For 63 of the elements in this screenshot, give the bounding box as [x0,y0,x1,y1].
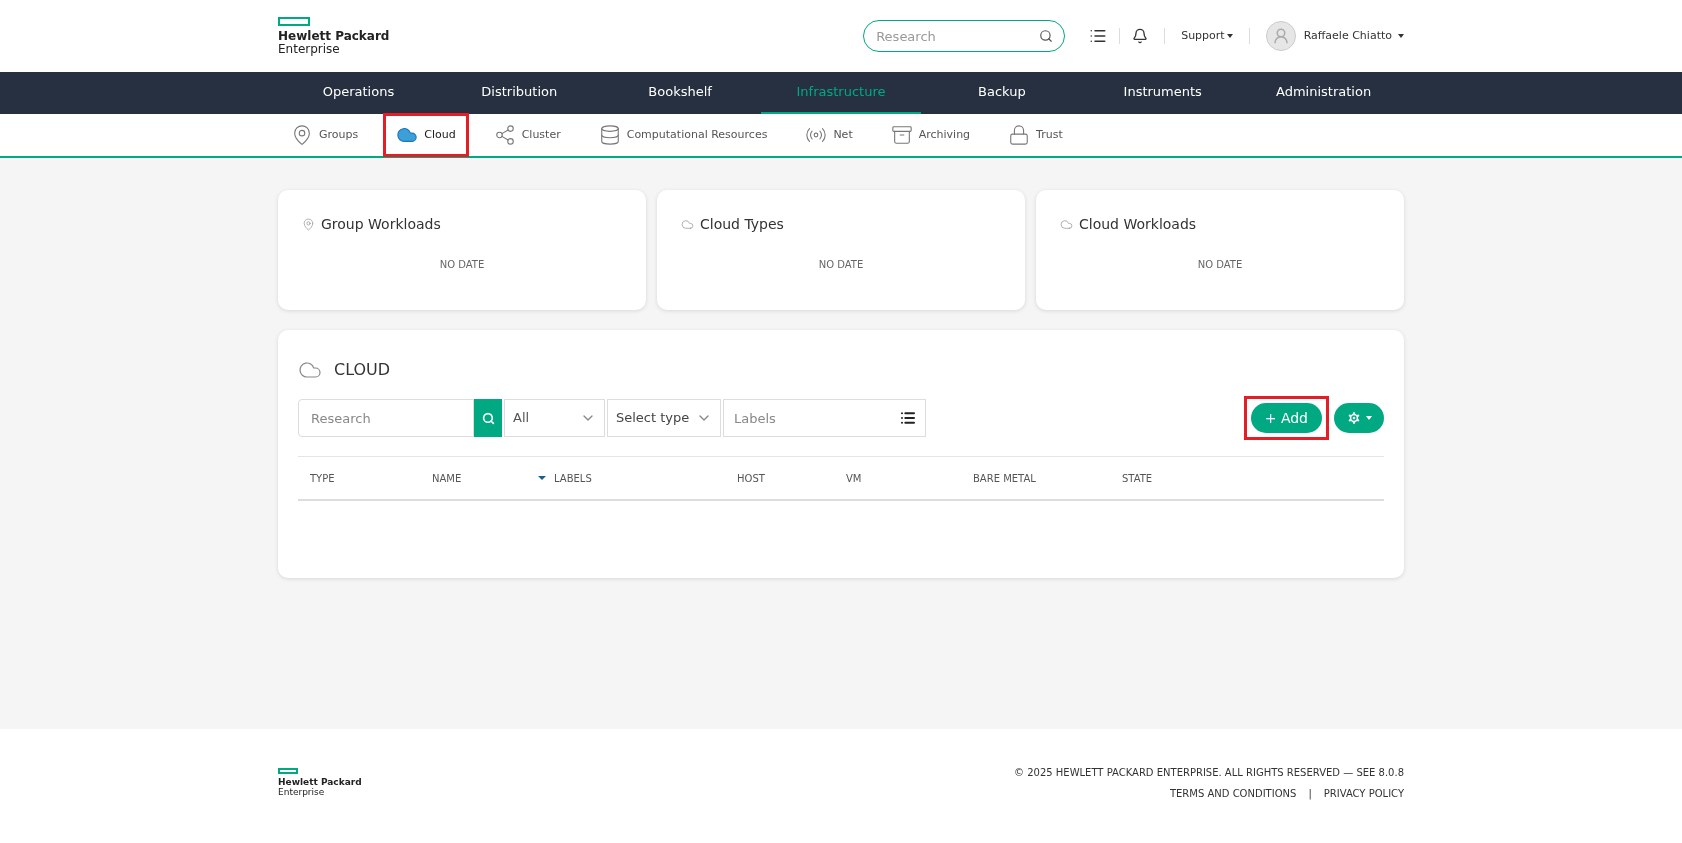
caret-icon [1366,416,1372,420]
search-field[interactable]: Research [863,20,1066,52]
privacy-link[interactable]: PRIVACY POLICY [1323,786,1404,801]
empty-message: NO DATE [1196,258,1244,272]
caret-icon [1226,34,1233,38]
nav-tab[interactable]: Operations [278,72,439,114]
nav-tab[interactable]: Distribution [438,72,600,114]
map-pin-icon [302,218,315,231]
empty-message: NO DATE [438,258,486,272]
terms-link[interactable]: TERMS AND CONDITIONS [1169,786,1297,801]
nav-tab[interactable]: Bookshelf [599,72,761,114]
copyright-text: © 2025 HEWLETT PACKARD ENTERPRISE. ALL RIGHTS RESERVED — SEE 8.0.8 [1014,766,1404,780]
notification-bell-icon[interactable] [1132,28,1149,44]
subnav-tab[interactable]: Cluster [480,113,574,157]
separator-text: | [1308,787,1312,801]
logo-text: Enterprise [278,42,341,56]
database-icon [598,124,621,146]
nav-tab[interactable]: Administration [1243,72,1404,114]
logo-bar-icon [278,768,298,774]
list-icon [900,410,916,426]
empty-message: NO DATE [817,258,865,272]
nodes-icon [493,124,516,146]
filter-dropdown[interactable]: All [504,399,605,437]
widget-title: Cloud Workloads [1079,215,1197,234]
search-icon [481,411,495,425]
logo-text: Enterprise [278,787,326,797]
column-header[interactable]: NAME [432,470,462,486]
widget-title: Cloud Types [700,215,784,234]
subnav-tab[interactable]: Cloud [383,113,469,157]
widget-title: Group Workloads [321,215,441,234]
subnav-tab[interactable]: Computational Resources [585,113,781,157]
sort-caret-icon[interactable] [538,476,546,480]
user-menu[interactable]: Raffaele Chiatto [1303,27,1404,45]
subnav-tab[interactable]: Groups [278,113,372,157]
list-icon[interactable] [1089,27,1108,45]
search-icon[interactable] [1039,29,1054,43]
column-header[interactable]: TYPE [310,470,335,486]
column-header[interactable]: HOST [737,470,765,486]
logo-bar-icon [278,16,310,26]
settings-icon [1346,410,1362,426]
column-header[interactable]: BARE METAL [973,470,1036,486]
subnav-tab[interactable]: Archiving [877,113,984,157]
column-header[interactable]: STATE [1122,470,1153,486]
subnav-tab[interactable]: Net [792,113,866,157]
search-button[interactable] [474,399,502,437]
nav-tab[interactable]: Instruments [1082,72,1244,114]
column-header[interactable]: LABELS [554,470,592,486]
labels-field[interactable]: Labels [723,399,926,437]
panel-title: CLOUD [334,359,391,381]
logo-text: Hewlett Packard [278,29,390,43]
cloud-icon [681,218,694,231]
support-menu[interactable]: Support [1181,27,1233,45]
nav-tab[interactable]: Backup [921,72,1083,114]
column-header[interactable]: VM [846,470,862,486]
settings-button[interactable] [1334,403,1384,433]
logo-text: Hewlett Packard [278,777,362,787]
lock-icon [1008,124,1031,146]
subnav-tab[interactable]: Trust [995,113,1076,157]
type-dropdown[interactable]: Select type [607,399,721,437]
caret-icon [1398,34,1404,38]
cloud-icon [1060,218,1073,231]
archive-icon [890,124,913,146]
map-pin-icon [291,124,313,146]
